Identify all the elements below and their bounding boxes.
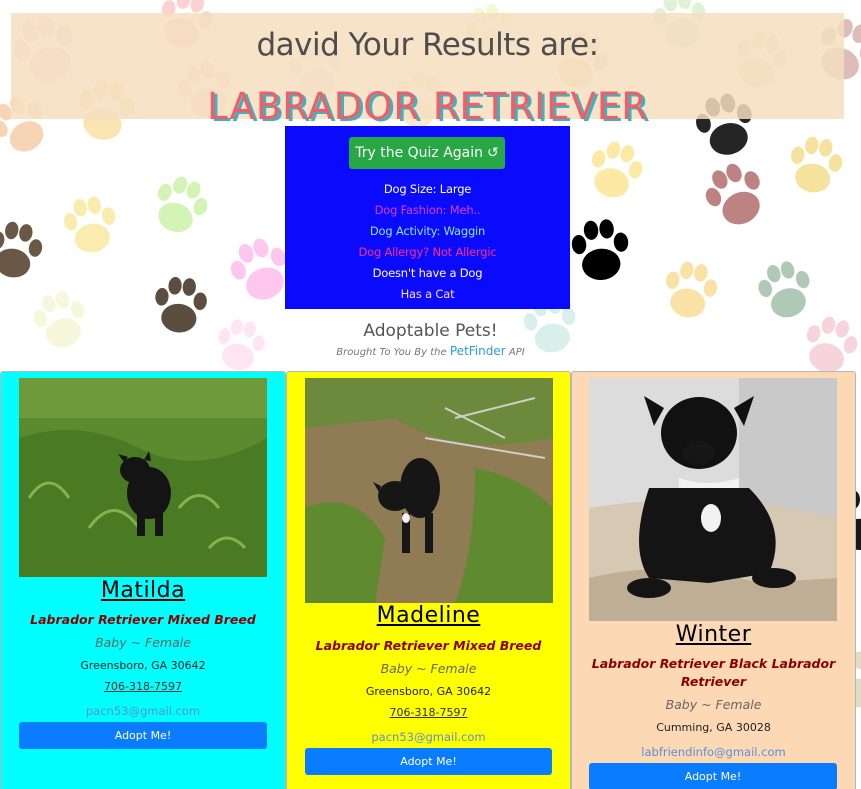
adopt-me-button[interactable]: Adopt Me! (19, 722, 267, 749)
pet-phone-link[interactable]: 706-318-7597 (287, 706, 570, 719)
pet-location: Greensboro, GA 30642 (365, 685, 492, 698)
pet-breed: Labrador Retriever Mixed Breed (30, 612, 256, 627)
answer-dog-activity: Dog Activity: Waggin (369, 224, 486, 238)
results-banner: david Your Results are: LABRADOR RETRIEV… (11, 13, 844, 128)
credit-suffix: API (508, 347, 525, 358)
results-greeting: david Your Results are: (256, 27, 599, 63)
pet-card-madeline: Madeline Labrador Retriever Mixed Breed … (286, 371, 571, 789)
result-breed-title: LABRADOR RETRIEVER (207, 85, 648, 128)
answer-dog-allergy: Dog Allergy? Not Allergic (358, 245, 497, 259)
quiz-summary-panel: Try the Quiz Again ↺ Dog Size: Large Dog… (285, 126, 570, 309)
adopt-me-button[interactable]: Adopt Me! (305, 748, 552, 775)
answer-dog-size: Dog Size: Large (383, 182, 472, 196)
pet-name[interactable]: Matilda (1, 578, 285, 603)
petfinder-credit: Brought To You By the PetFinder API (0, 344, 861, 358)
retry-quiz-label: Try the Quiz Again (355, 145, 484, 161)
pet-email-link[interactable]: pacn53@gmail.com (1, 704, 285, 718)
answer-dog-fashion: Dog Fashion: Meh.. (374, 203, 481, 217)
pet-card-winter: Winter Labrador Retriever Black Labrador… (571, 371, 856, 789)
pet-email-link[interactable]: labfriendinfo@gmail.com (572, 745, 855, 759)
credit-prefix: Brought To You By the (336, 347, 447, 358)
pet-email-link[interactable]: pacn53@gmail.com (287, 730, 570, 744)
pet-photo (305, 378, 553, 603)
pet-photo (589, 378, 837, 621)
pet-age-gender: Baby ~ Female (380, 661, 477, 676)
pet-photo (19, 378, 267, 577)
retry-quiz-button[interactable]: Try the Quiz Again ↺ (349, 137, 505, 169)
refresh-icon: ↺ (487, 145, 499, 161)
pet-location: Greensboro, GA 30642 (80, 659, 206, 672)
petfinder-link[interactable]: PetFinder (450, 344, 506, 358)
answer-has-cat: Has a Cat (400, 287, 455, 301)
answer-has-dog: Doesn't have a Dog (372, 266, 483, 280)
adoptable-pets-heading: Adoptable Pets! (363, 321, 498, 341)
pet-card-matilda: Matilda Labrador Retriever Mixed Breed B… (0, 371, 286, 789)
pet-phone-link[interactable]: 706-318-7597 (1, 680, 285, 693)
pet-breed: Labrador Retriever Mixed Breed (315, 638, 542, 653)
adopt-me-button[interactable]: Adopt Me! (589, 763, 837, 789)
pet-location: Cumming, GA 30028 (656, 721, 771, 734)
pet-name[interactable]: Madeline (287, 603, 570, 628)
pet-age-gender: Baby ~ Female (665, 697, 762, 712)
pet-age-gender: Baby ~ Female (95, 635, 191, 650)
pet-name[interactable]: Winter (572, 622, 855, 647)
pet-breed: Labrador Retriever Black Labrador Retrie… (591, 656, 836, 689)
